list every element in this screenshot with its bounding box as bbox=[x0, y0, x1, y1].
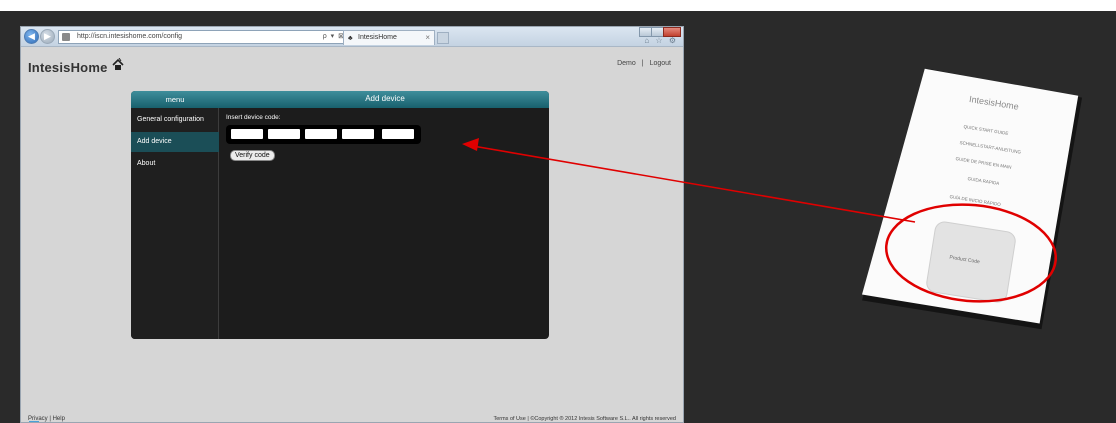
annotation-arrow-line bbox=[466, 144, 916, 223]
annotation-ellipse bbox=[884, 203, 1058, 303]
annotation-arrowhead bbox=[462, 138, 479, 151]
annotation-overlay bbox=[462, 138, 1058, 303]
